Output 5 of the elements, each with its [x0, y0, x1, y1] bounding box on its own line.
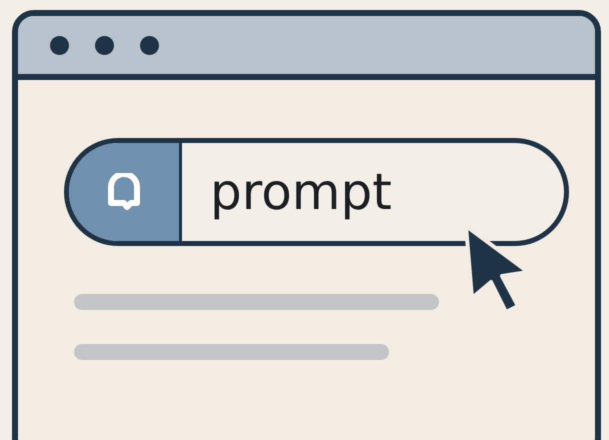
search-icon [107, 173, 141, 211]
search-field[interactable]: prompt [64, 138, 569, 246]
window-dot[interactable] [50, 36, 69, 54]
window-dot[interactable] [140, 36, 159, 54]
window-dot[interactable] [95, 36, 114, 54]
